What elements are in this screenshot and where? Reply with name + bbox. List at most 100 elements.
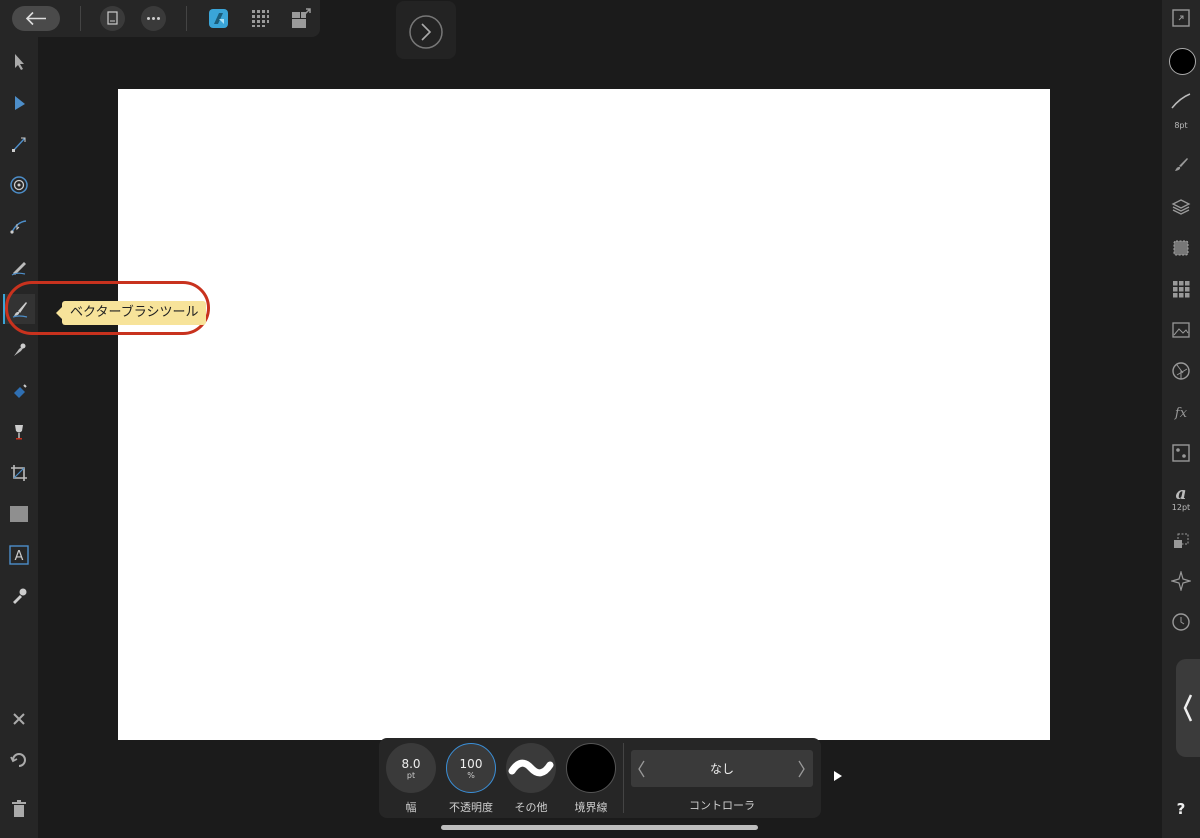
pencil-tool[interactable]	[4, 252, 34, 282]
svg-text:a: a	[1175, 484, 1186, 503]
dice-icon	[1172, 444, 1190, 462]
clock-icon	[1172, 613, 1190, 631]
close-button[interactable]	[4, 704, 34, 734]
stroke-swatch[interactable]	[566, 743, 616, 793]
next-button[interactable]	[396, 1, 456, 59]
transform-studio[interactable]	[1166, 233, 1196, 263]
designer-persona-icon	[209, 9, 228, 28]
close-icon	[13, 713, 25, 725]
text-tool[interactable]: A	[4, 540, 34, 570]
stroke-label: 境界線	[574, 801, 608, 814]
document-canvas[interactable]	[118, 89, 1050, 740]
width-value: 8.0	[401, 756, 421, 771]
crop-icon	[11, 465, 27, 481]
trash-icon	[12, 800, 26, 817]
back-button[interactable]	[12, 6, 60, 31]
top-toolbar	[0, 0, 320, 37]
history-studio[interactable]	[1166, 607, 1196, 637]
text-frame-icon: A	[9, 545, 29, 565]
more-icon	[147, 17, 160, 20]
fx-icon: fx	[1174, 406, 1188, 421]
aperture-icon	[1172, 362, 1190, 380]
move-tool[interactable]	[4, 46, 34, 76]
assets-studio[interactable]	[1166, 315, 1196, 345]
symbols-studio[interactable]	[1166, 274, 1196, 304]
chevron-right-icon[interactable]	[796, 759, 808, 779]
brushes-studio[interactable]	[1166, 149, 1196, 179]
play-icon	[834, 771, 842, 781]
color-swatch[interactable]	[1169, 48, 1196, 75]
pen-nodes-icon	[10, 220, 27, 234]
toolbar-divider	[623, 743, 624, 813]
wave-icon	[508, 759, 554, 777]
home-indicator	[441, 825, 758, 830]
svg-text:A: A	[15, 549, 24, 564]
toolbar-divider	[186, 6, 187, 31]
image-icon	[1172, 322, 1190, 338]
color-picker-tool[interactable]	[4, 581, 34, 611]
corner-tool-icon	[12, 137, 26, 152]
chevron-left-icon	[1183, 694, 1193, 722]
controller-label: コントローラ	[689, 799, 755, 812]
fountain-pen-icon	[14, 343, 26, 356]
stock-studio[interactable]	[1166, 438, 1196, 468]
move-tool-icon	[15, 54, 24, 70]
arrange-icon	[1174, 533, 1189, 548]
panel-collapse-handle[interactable]	[1176, 659, 1200, 757]
pen-tool[interactable]	[4, 211, 34, 241]
opacity-unit: %	[467, 770, 475, 780]
toolbar-divider	[80, 6, 81, 31]
transparency-tool[interactable]	[4, 376, 34, 406]
wine-glass-icon	[15, 425, 23, 440]
tool-tooltip: ベクターブラシツール	[55, 301, 207, 325]
width-dial[interactable]: 8.0 pt	[386, 743, 436, 793]
paint-bucket-icon	[14, 384, 27, 398]
undo-button[interactable]	[4, 745, 34, 775]
text-size-label: 12pt	[1171, 503, 1191, 512]
corner-tool[interactable]	[4, 129, 34, 159]
node-tool[interactable]	[4, 88, 34, 118]
effects-studio[interactable]: fx	[1166, 397, 1196, 427]
expand-toolbar-button[interactable]	[831, 768, 845, 784]
designer-persona-button[interactable]	[206, 6, 231, 31]
other-button[interactable]	[506, 743, 556, 793]
compass-icon	[1171, 571, 1191, 591]
back-arrow-icon	[25, 11, 46, 26]
fill-tool[interactable]	[4, 335, 34, 365]
export-persona-button[interactable]	[289, 6, 314, 31]
node-tool-icon	[15, 96, 25, 110]
crop-tool[interactable]	[4, 458, 34, 488]
eyedropper-icon	[13, 588, 27, 604]
transform-icon	[1173, 240, 1189, 256]
fullscreen-button[interactable]	[1166, 3, 1196, 33]
controller-value: なし	[709, 762, 734, 776]
appearance-studio[interactable]	[1166, 356, 1196, 386]
point-transform-tool[interactable]	[4, 170, 34, 200]
gradient-tool[interactable]	[4, 417, 34, 447]
brush-icon	[1175, 158, 1188, 171]
layers-studio[interactable]	[1166, 192, 1196, 222]
export-persona-icon	[292, 8, 311, 28]
controller-select[interactable]: なし	[631, 750, 813, 787]
rectangle-tool[interactable]	[4, 499, 34, 529]
help-button[interactable]: ?	[1162, 800, 1200, 820]
brush-stroke-icon	[1171, 93, 1191, 109]
document-icon	[107, 11, 118, 25]
opacity-dial[interactable]: 100 %	[446, 743, 496, 793]
fullscreen-icon	[1172, 9, 1190, 27]
arrange-studio[interactable]	[1166, 526, 1196, 556]
brush-studio-button[interactable]	[1166, 86, 1196, 116]
more-button[interactable]	[141, 6, 166, 31]
navigator-studio[interactable]	[1166, 566, 1196, 596]
document-button[interactable]	[100, 6, 125, 31]
grid-icon	[1173, 281, 1190, 298]
svg-text:fx: fx	[1174, 406, 1188, 421]
chevron-right-icon	[409, 15, 443, 49]
pencil-icon	[11, 262, 26, 276]
width-unit: pt	[406, 770, 416, 780]
delete-button[interactable]	[4, 794, 34, 824]
undo-icon	[10, 753, 26, 767]
brush-size-label: 8pt	[1174, 121, 1188, 130]
pixel-persona-icon	[252, 10, 269, 27]
pixel-persona-button[interactable]	[248, 6, 273, 31]
